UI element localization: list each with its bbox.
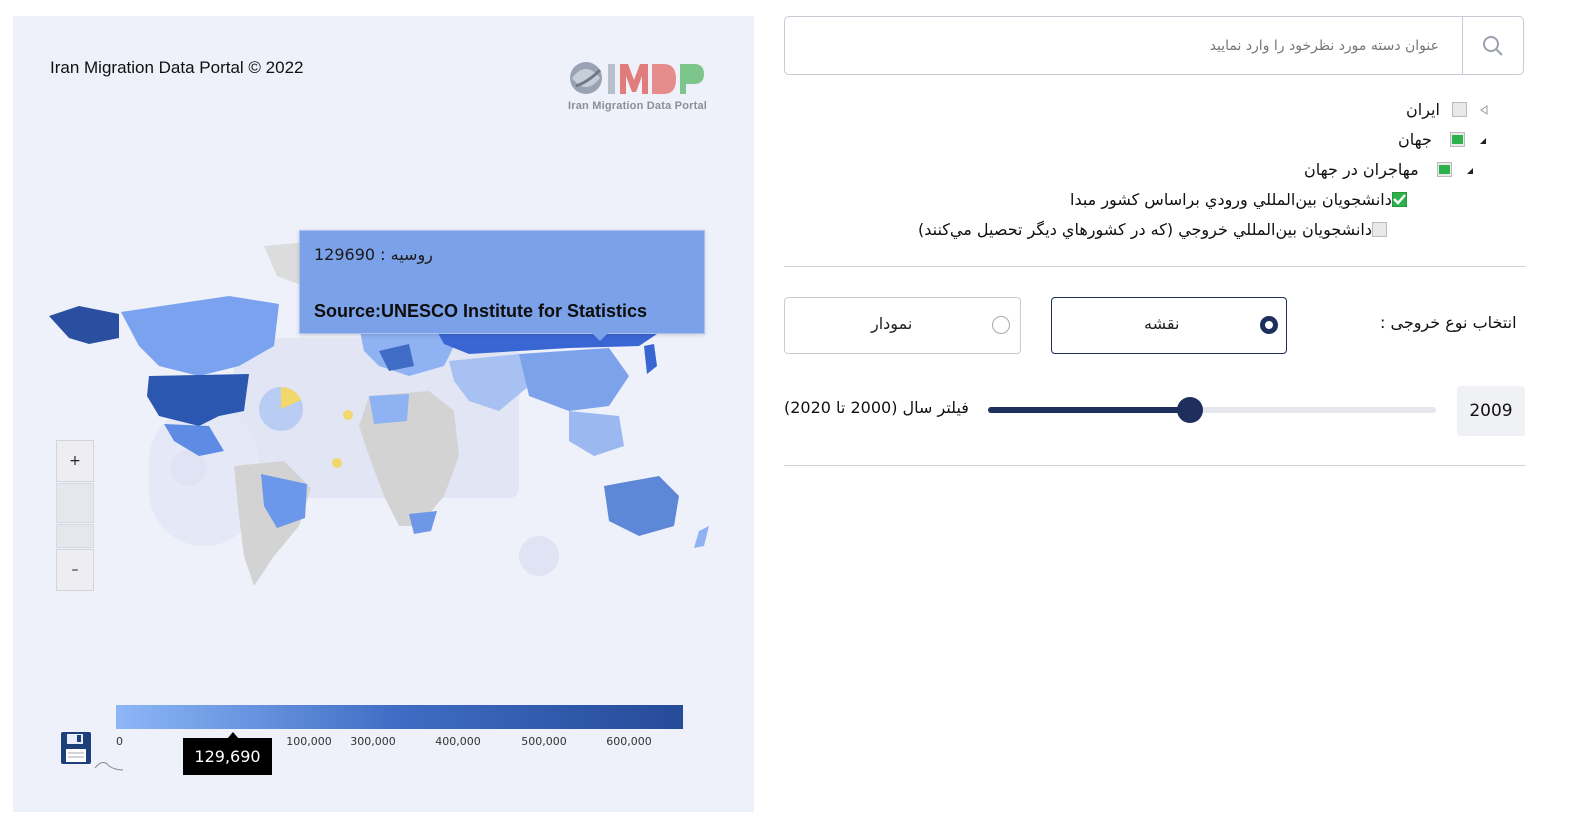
tree-checkbox[interactable] <box>1436 162 1452 177</box>
tree-item-world[interactable]: جهان <box>1392 130 1487 149</box>
search-button[interactable] <box>1462 17 1523 74</box>
option-chart-label: نمودار <box>871 314 913 333</box>
legend-tick-label: 600,000 <box>606 735 652 748</box>
chevron-expanded-icon <box>1466 167 1473 174</box>
legend-tick-label: 100,000 <box>286 735 332 748</box>
radio-chart[interactable] <box>992 316 1010 334</box>
zoom-track <box>56 483 94 523</box>
year-filter-label: فیلتر سال (2000 تا 2020) <box>784 398 969 417</box>
tree-item-label: ایران <box>1406 100 1440 119</box>
legend-tick-label: 500,000 <box>521 735 567 748</box>
tree-item-outbound-students[interactable]: دانشجويان بين‌المللي خروجي (كه در كشورها… <box>880 220 1387 239</box>
zoom-in-button[interactable]: + <box>56 440 94 482</box>
option-map[interactable]: نقشه <box>1051 297 1287 354</box>
search-input[interactable] <box>785 17 1463 74</box>
tree-item-label: دانشجويان بين‌المللي ورودي براساس كشور م… <box>1070 190 1392 209</box>
year-slider[interactable] <box>988 397 1436 423</box>
map-title: Iran Migration Data Portal © 2022 <box>50 58 304 77</box>
search-box <box>784 16 1524 75</box>
search-icon <box>1483 35 1503 56</box>
tree-checkbox[interactable] <box>1449 132 1465 147</box>
radio-map[interactable] <box>1260 316 1278 334</box>
legend-gradient <box>116 705 683 729</box>
tree-item-migrants-world[interactable]: مهاجران در جهان <box>1284 160 1474 179</box>
tree-checkbox[interactable] <box>1371 222 1387 237</box>
option-chart[interactable]: نمودار <box>784 297 1021 354</box>
map-tooltip: روسیه : 129690 Source:UNESCO Institute f… <box>299 230 705 341</box>
output-type-label: انتخاب نوع خروجی : <box>1380 313 1517 332</box>
legend-tick-label: 300,000 <box>350 735 396 748</box>
zoom-controls: + – <box>56 440 94 592</box>
map-panel: Iran Migration Data Portal © 2022 Iran M… <box>13 16 754 812</box>
tooltip-value: روسیه : 129690 <box>314 245 433 264</box>
divider <box>784 266 1526 267</box>
divider <box>784 465 1526 466</box>
logo-subtitle: Iran Migration Data Portal <box>568 100 708 112</box>
legend-tick-label: 0 <box>116 735 123 748</box>
tree-item-label: مهاجران در جهان <box>1304 160 1419 179</box>
tree-item-label: جهان <box>1398 130 1432 149</box>
zoom-track <box>56 524 94 548</box>
chevron-expanded-icon <box>1479 137 1486 144</box>
tree-checkbox[interactable] <box>1451 102 1467 117</box>
year-slider-handle[interactable] <box>1176 397 1203 423</box>
tree-item-label: دانشجويان بين‌المللي خروجي (كه در كشورها… <box>918 220 1372 239</box>
year-value: 2009 <box>1457 386 1525 436</box>
option-map-label: نقشه <box>1144 314 1180 333</box>
legend-tick-label: 400,000 <box>435 735 481 748</box>
tree-checkbox[interactable] <box>1391 192 1407 207</box>
tooltip-source: Source:UNESCO Institute for Statistics <box>314 301 648 321</box>
tree-item-iran[interactable]: ایران <box>1400 100 1499 119</box>
legend-current-value: 129,690 <box>183 738 272 775</box>
year-slider-fill <box>988 407 1190 413</box>
gear-illustration-icon <box>519 536 559 576</box>
zoom-out-button[interactable]: – <box>56 549 94 591</box>
check-icon <box>1393 194 1406 205</box>
chevron-collapsed-icon <box>1480 104 1488 115</box>
tree-item-inbound-students[interactable]: دانشجويان بين‌المللي ورودي براساس كشور م… <box>1028 190 1407 209</box>
